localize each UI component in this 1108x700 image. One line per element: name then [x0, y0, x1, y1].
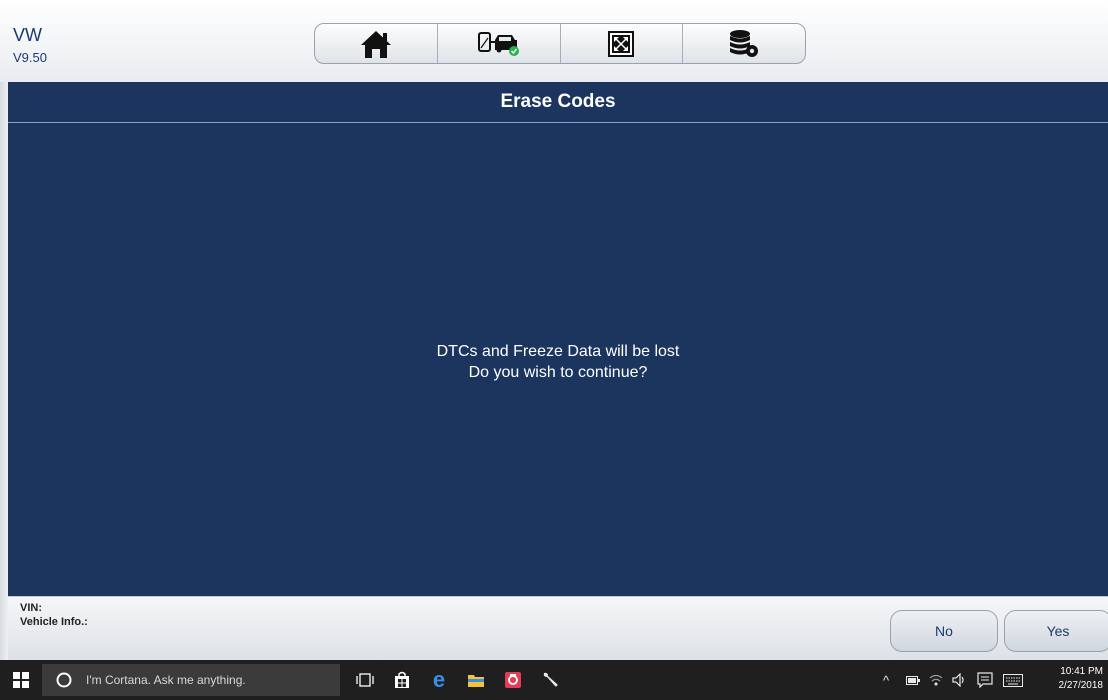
app-header: VW V9.50 [0, 0, 1108, 83]
clock-time[interactable]: 10:41 PM [1053, 666, 1103, 677]
folder-icon [468, 675, 484, 687]
main-toolbar [314, 23, 806, 64]
vehicle-connection-button[interactable] [438, 24, 561, 63]
home-button[interactable] [315, 24, 438, 63]
media-app-icon [505, 672, 521, 688]
app-name: VW [13, 25, 42, 45]
app-version: V9.50 [13, 50, 47, 65]
media-app-button[interactable] [502, 669, 524, 691]
battery-icon [906, 675, 920, 685]
task-view-button[interactable] [354, 669, 376, 691]
data-settings-icon [730, 29, 759, 57]
speaker-icon [952, 673, 964, 687]
dialog-message-line1: DTCs and Freeze Data will be lost [436, 343, 680, 360]
status-footer: VIN: Vehicle Info.: No Yes [8, 596, 1108, 661]
volume-tray-button[interactable] [952, 671, 968, 689]
fullscreen-button[interactable] [561, 24, 684, 63]
windows-taskbar: I'm Cortana. Ask me anything. e ^ 10:41 … [0, 660, 1108, 700]
dialog-message-line2: Do you wish to continue? [468, 364, 648, 381]
cortana-search-box[interactable]: I'm Cortana. Ask me anything. [42, 664, 340, 696]
cortana-placeholder: I'm Cortana. Ask me anything. [86, 673, 246, 687]
keyboard-icon [1003, 673, 1023, 687]
chevron-up-icon: ^ [883, 672, 890, 688]
dialog-area: DTCs and Freeze Data will be lost Do you… [8, 123, 1108, 596]
page-title: Erase Codes [8, 82, 1108, 123]
cortana-icon [56, 672, 72, 688]
show-hidden-icons-button[interactable]: ^ [883, 671, 889, 689]
home-icon [360, 30, 391, 58]
windows-logo-icon [13, 672, 29, 688]
tools-app-button[interactable] [539, 669, 561, 691]
no-button[interactable]: No [890, 610, 998, 652]
action-center-button[interactable] [977, 671, 993, 689]
vehicle-info-label: Vehicle Info.: [20, 616, 88, 628]
notification-icon [977, 672, 993, 688]
vehicle-connection-icon [477, 31, 519, 56]
start-button[interactable] [0, 660, 42, 700]
left-edge [0, 82, 8, 660]
wifi-icon [929, 674, 943, 686]
store-icon [395, 671, 409, 688]
edge-icon: e [432, 667, 446, 692]
vin-label: VIN: [20, 602, 42, 614]
wifi-tray-button[interactable] [929, 671, 943, 689]
task-view-icon [356, 673, 374, 687]
touch-keyboard-button[interactable] [1003, 671, 1023, 689]
clock-date[interactable]: 2/27/2018 [1053, 680, 1104, 691]
yes-button[interactable]: Yes [1004, 610, 1108, 652]
data-settings-button[interactable] [683, 24, 805, 63]
fullscreen-icon [608, 30, 635, 57]
edge-browser-button[interactable]: e [428, 669, 450, 691]
battery-tray-button[interactable] [906, 671, 920, 689]
file-explorer-button[interactable] [465, 669, 487, 691]
wrench-icon [543, 672, 558, 687]
store-button[interactable] [391, 669, 413, 691]
